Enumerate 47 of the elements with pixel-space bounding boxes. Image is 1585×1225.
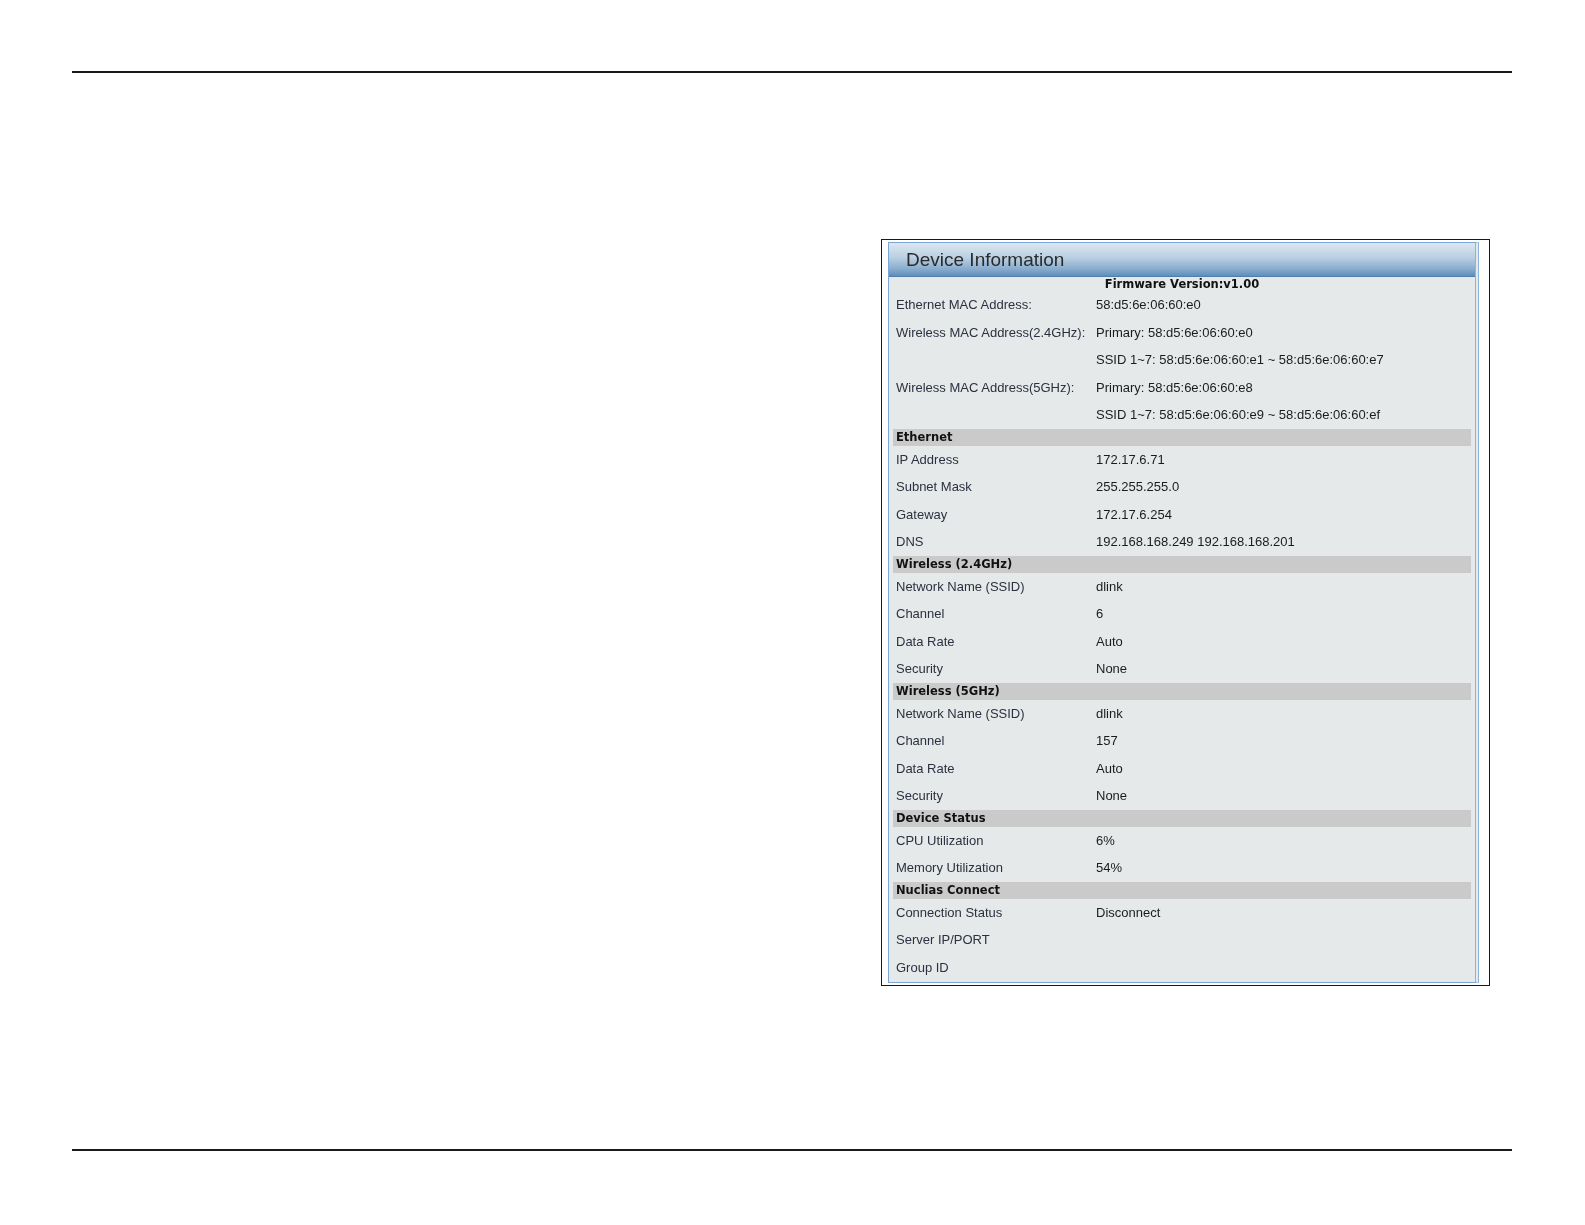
field-value: None (1096, 661, 1128, 677)
field-value: 157 (1096, 733, 1118, 749)
field-label: Ethernet MAC Address: (896, 297, 1032, 313)
field-value: 54% (1096, 860, 1123, 876)
section-title: Nuclias Connect (896, 883, 1000, 897)
field-value: Auto (1096, 760, 1123, 776)
section-title: Device Status (896, 811, 986, 825)
field-label: Channel (896, 606, 945, 622)
field-value: 172.17.6.71 (1096, 451, 1165, 467)
field-value: Disconnect (1096, 904, 1161, 920)
field-label: Network Name (SSID) (896, 705, 1025, 721)
section-title: Wireless (2.4GHz) (896, 557, 1013, 571)
field-value: 192.168.168.249 192.168.168.201 (1096, 534, 1295, 550)
panel-title: Device Information (906, 248, 1065, 271)
field-value: Primary: 58:d5:6e:06:60:e8 (1096, 379, 1253, 395)
field-label: CPU Utilization (896, 832, 984, 848)
field-label: DNS (896, 534, 924, 550)
field-value: 172.17.6.254 (1096, 506, 1172, 522)
field-label: Data Rate (896, 760, 955, 776)
field-label: Server IP/PORT (896, 932, 990, 948)
field-label: Wireless MAC Address(2.4GHz): (896, 324, 1086, 340)
field-value: SSID 1~7: 58:d5:6e:06:60:e1 ~ 58:d5:6e:06:60:e7 (1096, 352, 1384, 368)
field-label: Gateway (896, 506, 948, 522)
field-value: SSID 1~7: 58:d5:6e:06:60:e9 ~ 58:d5:6e:06:60:ef (1096, 407, 1381, 423)
section-title: Wireless (5GHz) (896, 684, 1000, 698)
field-label: Group ID (896, 959, 949, 975)
field-value: Auto (1096, 633, 1123, 649)
field-label: Data Rate (896, 633, 955, 649)
field-value: dlink (1096, 578, 1123, 594)
field-label: Security (896, 788, 943, 804)
field-label: Connection Status (896, 904, 1003, 920)
field-label: Security (896, 661, 943, 677)
field-label: Wireless MAC Address(5GHz): (896, 379, 1075, 395)
field-value: None (1096, 788, 1128, 804)
section-title: Ethernet (896, 430, 953, 444)
field-label: Memory Utilization (896, 860, 1003, 876)
field-value: 58:d5:6e:06:60:e0 (1096, 297, 1201, 313)
field-value: 255.255.255.0 (1096, 479, 1180, 495)
field-value: Primary: 58:d5:6e:06:60:e0 (1096, 324, 1253, 340)
field-label: Network Name (SSID) (896, 578, 1025, 594)
field-label: IP Address (896, 451, 959, 467)
firmware-version: Firmware Version:v1.00 (1104, 277, 1260, 291)
field-value: 6 (1096, 606, 1104, 622)
field-value: 6% (1096, 832, 1115, 848)
field-label: Channel (896, 733, 945, 749)
field-value: dlink (1096, 705, 1123, 721)
field-label: Subnet Mask (896, 479, 972, 495)
